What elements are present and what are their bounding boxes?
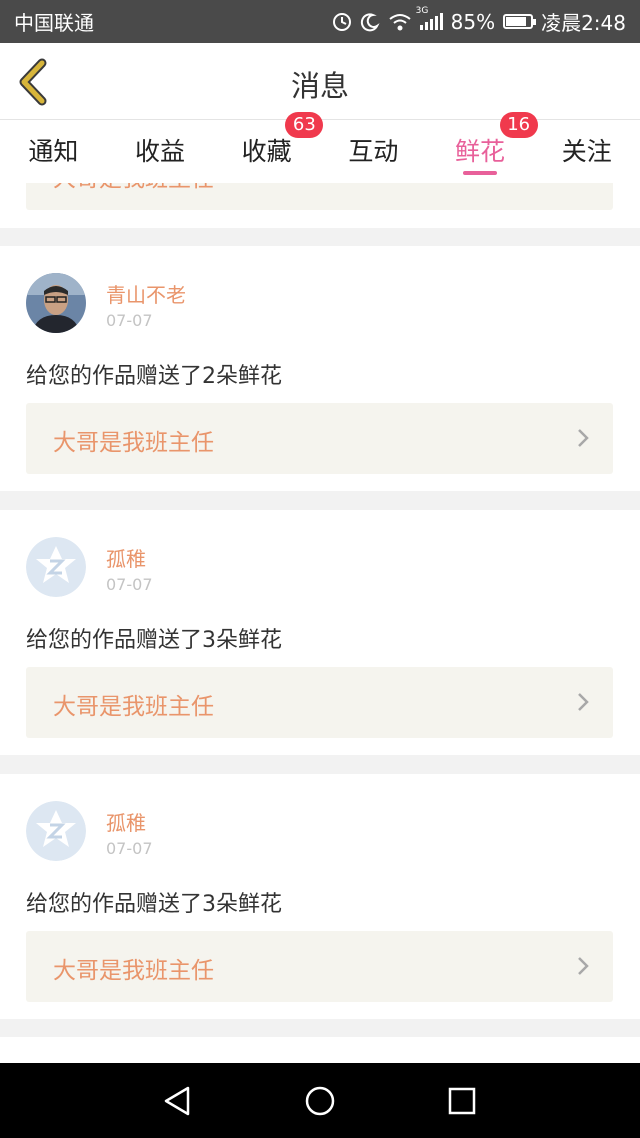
tab-flowers[interactable]: 鲜花 16 (427, 112, 538, 183)
nav-recents-button[interactable] (447, 1085, 477, 1121)
battery-icon (503, 14, 537, 29)
message-text: 给您的作品赠送了2朵鲜花 (26, 364, 282, 389)
work-link[interactable]: 大哥是我班主任 (26, 403, 613, 474)
tab-label: 互动 (348, 137, 399, 166)
username[interactable]: 青山不老 (106, 279, 186, 308)
tab-interaction[interactable]: 互动 (320, 120, 427, 183)
back-triangle-icon (164, 1086, 190, 1116)
tab-label: 鲜花 (455, 137, 506, 166)
status-bar: 中国联通 3G 85% 凌晨2:48 (0, 0, 640, 43)
avatar[interactable] (26, 273, 86, 333)
chevron-right-icon (578, 429, 589, 447)
avatar[interactable] (26, 537, 86, 597)
timestamp: 07-07 (106, 839, 153, 858)
list-item (0, 1037, 640, 1063)
recents-square-icon (448, 1087, 476, 1115)
network-type: 3G (415, 5, 429, 16)
tab-label: 关注 (561, 137, 612, 166)
username[interactable]: 孤稚 (106, 807, 146, 836)
carrier-label: 中国联通 (14, 11, 94, 35)
list-item: 大哥是我班主任 (0, 183, 640, 228)
default-avatar-icon (26, 801, 86, 861)
work-link[interactable]: 大哥是我班主任 (26, 183, 613, 210)
chevron-right-icon (578, 957, 589, 975)
work-link[interactable]: 大哥是我班主任 (26, 931, 613, 1002)
work-title: 大哥是我班主任 (53, 430, 214, 456)
tab-earnings[interactable]: 收益 (107, 120, 214, 183)
tab-label: 通知 (28, 137, 79, 166)
tab-follow[interactable]: 关注 (533, 120, 640, 183)
tab-bar: 通知 收益 收藏 63 互动 鲜花 16 关注 (0, 112, 640, 183)
flowers-count-badge: 16 (499, 112, 538, 138)
status-icons: 3G 85% 凌晨2:48 (332, 6, 626, 36)
tab-label: 收益 (135, 137, 186, 166)
timestamp: 07-07 (106, 575, 153, 594)
work-link[interactable]: 大哥是我班主任 (26, 667, 613, 738)
nav-home-button[interactable] (304, 1085, 336, 1121)
data-saver-icon (332, 12, 351, 31)
nav-back-button[interactable] (162, 1085, 192, 1121)
work-title: 大哥是我班主任 (53, 958, 214, 984)
avatar[interactable] (26, 801, 86, 861)
default-avatar-icon (26, 537, 86, 597)
battery-percent: 85% (450, 9, 496, 34)
page-title: 消息 (290, 69, 349, 103)
wifi-icon (389, 13, 411, 30)
favorites-count-badge: 63 (285, 112, 324, 138)
active-tab-indicator (463, 171, 498, 175)
message-feed[interactable]: 大哥是我班主任 青山不老 07-07 给您的作品赠送了2朵鲜花 大哥是我班主任 (0, 183, 640, 1063)
home-circle-icon (305, 1086, 335, 1116)
tab-favorites[interactable]: 收藏 63 (213, 112, 324, 183)
work-title: 大哥是我班主任 (53, 694, 214, 720)
message-text: 给您的作品赠送了3朵鲜花 (26, 892, 282, 917)
photo-avatar (26, 273, 86, 333)
work-title: 大哥是我班主任 (53, 183, 214, 193)
username[interactable]: 孤稚 (106, 543, 146, 572)
list-item: 青山不老 07-07 给您的作品赠送了2朵鲜花 大哥是我班主任 (0, 246, 640, 491)
message-text: 给您的作品赠送了3朵鲜花 (26, 628, 282, 653)
list-item: 孤稚 07-07 给您的作品赠送了3朵鲜花 大哥是我班主任 (0, 510, 640, 755)
header: 消息 (0, 43, 640, 120)
signal-icon: 3G (416, 6, 443, 30)
chevron-right-icon (577, 183, 589, 184)
system-nav-bar (0, 1063, 640, 1138)
timestamp: 07-07 (106, 311, 153, 330)
list-item: 孤稚 07-07 给您的作品赠送了3朵鲜花 大哥是我班主任 (0, 774, 640, 1019)
moon-icon (360, 12, 380, 31)
tab-label: 收藏 (241, 137, 292, 166)
tab-notice[interactable]: 通知 (0, 120, 107, 183)
clock: 凌晨2:48 (541, 11, 626, 35)
chevron-right-icon (578, 693, 589, 711)
